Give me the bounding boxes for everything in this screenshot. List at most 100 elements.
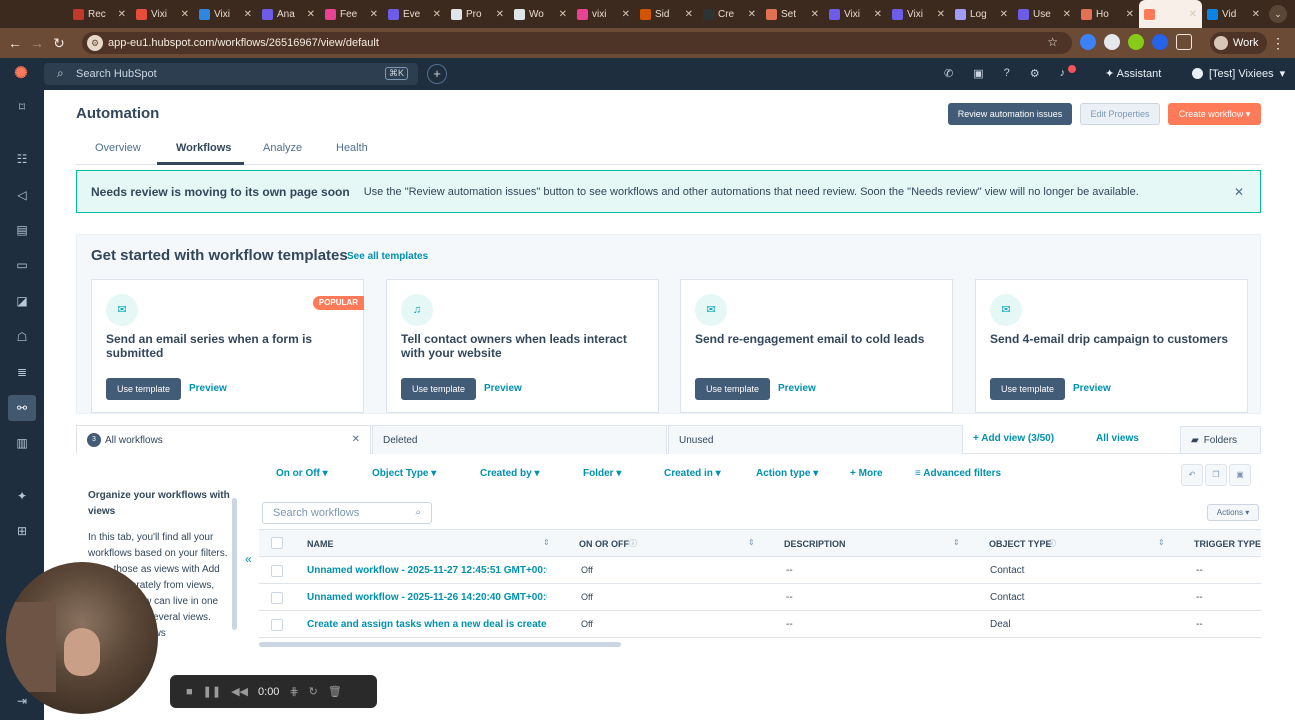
tab-analyze[interactable]: Analyze xyxy=(263,142,302,154)
browser-tab[interactable]: Vid ✕ xyxy=(1202,0,1265,28)
filter-on-or-off[interactable]: On or Off ▾ xyxy=(276,468,328,479)
preview-link[interactable]: Preview xyxy=(189,383,227,394)
preview-link[interactable]: Preview xyxy=(778,383,816,394)
column-header-trigger-type[interactable]: TRIGGER TYPE xyxy=(1194,539,1261,549)
extension-icon[interactable] xyxy=(1152,34,1168,50)
sort-icon[interactable]: ⇕ xyxy=(1158,538,1165,547)
folders-button[interactable]: ▰ Folders xyxy=(1180,426,1261,454)
more-filters-button[interactable]: + More xyxy=(850,468,883,479)
all-views-link[interactable]: All views xyxy=(1096,433,1139,444)
hubspot-logo-icon[interactable]: ✺ xyxy=(12,65,30,83)
filter-folder[interactable]: Folder ▾ xyxy=(583,468,621,479)
view-tab-all-workflows[interactable]: 3 All workflows ✕ xyxy=(76,425,371,454)
bookmark-icon[interactable]: ⌑ xyxy=(13,98,31,116)
close-tab-icon[interactable]: ✕ xyxy=(685,9,693,20)
filter-created-in[interactable]: Created in ▾ xyxy=(664,468,721,479)
workflow-name-link[interactable]: Unnamed workflow - 2025-11-27 12:45:51 G… xyxy=(307,565,547,576)
workflow-name-link[interactable]: Create and assign tasks when a new deal … xyxy=(307,619,547,630)
workflow-name-link[interactable]: Unnamed workflow - 2025-11-26 14:20:40 G… xyxy=(307,592,547,603)
automation-icon[interactable]: ⚯ xyxy=(8,395,36,421)
browser-tab[interactable]: Log ✕ xyxy=(950,0,1013,28)
breeze-icon[interactable]: ✦ xyxy=(13,487,31,505)
column-header-description[interactable]: DESCRIPTION xyxy=(784,539,846,549)
use-template-button[interactable]: Use template xyxy=(695,378,770,400)
close-tab-icon[interactable]: ✕ xyxy=(622,9,630,20)
bookmark-star-icon[interactable]: ☆ xyxy=(1047,35,1058,49)
contacts-icon[interactable]: ☷ xyxy=(13,150,31,168)
use-template-button[interactable]: Use template xyxy=(401,378,476,400)
reload-icon[interactable]: ↻ xyxy=(48,35,70,52)
row-checkbox[interactable] xyxy=(271,619,283,631)
tab-health[interactable]: Health xyxy=(336,142,368,154)
browser-tab[interactable]: Ho ✕ xyxy=(1076,0,1139,28)
browser-tab[interactable]: Vixi ✕ xyxy=(131,0,194,28)
row-checkbox[interactable] xyxy=(271,592,283,604)
view-tab-deleted[interactable]: Deleted xyxy=(372,425,667,454)
close-view-icon[interactable]: ✕ xyxy=(352,434,360,445)
close-tab-icon[interactable]: ✕ xyxy=(433,9,441,20)
pause-icon[interactable]: ❚❚ xyxy=(203,685,221,698)
browser-tab[interactable]: Eve ✕ xyxy=(383,0,446,28)
actions-dropdown[interactable]: Actions ▾ xyxy=(1207,504,1259,521)
reports-icon[interactable]: ▥ xyxy=(13,434,31,452)
review-automation-issues-button[interactable]: Review automation issues xyxy=(948,103,1072,125)
account-menu[interactable]: [Test] Vixiees ▾ xyxy=(1192,67,1285,80)
browser-tab[interactable]: Vixi ✕ xyxy=(194,0,257,28)
puzzle-icon[interactable] xyxy=(1176,34,1192,50)
collapse-panel-icon[interactable]: « xyxy=(245,552,252,566)
close-tab-icon[interactable]: ✕ xyxy=(181,9,189,20)
extension-icon[interactable] xyxy=(1128,34,1144,50)
close-tab-icon[interactable]: ✕ xyxy=(307,9,315,20)
browser-tab[interactable]: Fee ✕ xyxy=(320,0,383,28)
create-plus-icon[interactable]: + xyxy=(427,64,447,84)
table-horizontal-scrollbar[interactable] xyxy=(259,642,621,647)
close-tab-icon[interactable]: ✕ xyxy=(748,9,756,20)
browser-tab[interactable]: Sid ✕ xyxy=(635,0,698,28)
edit-properties-button[interactable]: Edit Properties xyxy=(1080,103,1160,125)
duplicate-icon[interactable]: ❐ xyxy=(1205,464,1227,486)
commerce-icon[interactable]: ▭ xyxy=(13,256,31,274)
browser-tab[interactable]: Set ✕ xyxy=(761,0,824,28)
extension-icon[interactable] xyxy=(1080,34,1096,50)
collapse-nav-icon[interactable]: ⇥ xyxy=(13,692,31,710)
rewind-icon[interactable]: ◀◀ xyxy=(231,685,248,698)
close-tab-icon[interactable]: ✕ xyxy=(937,9,945,20)
extension-icon[interactable] xyxy=(1104,34,1120,50)
settings-gear-icon[interactable]: ⚙ xyxy=(1030,67,1040,80)
trash-icon[interactable]: 🗑 xyxy=(328,685,342,698)
close-tab-icon[interactable]: ✕ xyxy=(118,9,126,20)
tab-search-icon[interactable]: ⌄ xyxy=(1269,5,1287,23)
filter-action-type[interactable]: Action type ▾ xyxy=(756,468,818,479)
filter-object-type[interactable]: Object Type ▾ xyxy=(372,468,436,479)
view-tab-unused[interactable]: Unused xyxy=(668,425,963,454)
add-view-button[interactable]: + Add view (3/50) xyxy=(973,433,1054,444)
close-tab-icon[interactable]: ✕ xyxy=(244,9,252,20)
sales-icon[interactable]: ◪ xyxy=(13,292,31,310)
tab-overview[interactable]: Overview xyxy=(95,142,141,154)
browser-menu-icon[interactable]: ⋮ xyxy=(1271,35,1285,52)
column-header-name[interactable]: NAME xyxy=(307,539,334,549)
profile-button[interactable]: Work xyxy=(1210,32,1268,54)
forward-icon[interactable]: → xyxy=(26,35,48,51)
sort-icon[interactable]: ⇕ xyxy=(953,538,960,547)
site-info-icon[interactable]: ⚙ xyxy=(87,35,103,51)
global-search-input[interactable]: ⌕ Search HubSpot ⌘K xyxy=(44,63,418,85)
close-tab-icon[interactable]: ✕ xyxy=(370,9,378,20)
grid-icon[interactable]: ⋕ xyxy=(289,685,298,698)
see-all-templates-link[interactable]: See all templates xyxy=(347,251,428,262)
close-icon[interactable]: ✕ xyxy=(1234,185,1244,199)
help-icon[interactable]: ? xyxy=(1004,67,1010,80)
browser-tab[interactable]: Ana ✕ xyxy=(257,0,320,28)
content-icon[interactable]: ▤ xyxy=(13,221,31,239)
assistant-button[interactable]: ✦ Assistant xyxy=(1105,67,1161,80)
column-header-on-or-off[interactable]: ON OR OFF xyxy=(579,539,629,549)
data-icon[interactable]: ≣ xyxy=(13,363,31,381)
save-view-icon[interactable]: ▣ xyxy=(1229,464,1251,486)
close-tab-icon[interactable]: ✕ xyxy=(496,9,504,20)
use-template-button[interactable]: Use template xyxy=(106,378,181,400)
browser-tab[interactable]: Wo ✕ xyxy=(509,0,572,28)
search-workflows-input[interactable]: Search workflows ⌕ xyxy=(262,502,432,524)
help-scrollbar[interactable] xyxy=(232,498,237,630)
preview-link[interactable]: Preview xyxy=(484,383,522,394)
marketing-icon[interactable]: ◁ xyxy=(13,186,31,204)
